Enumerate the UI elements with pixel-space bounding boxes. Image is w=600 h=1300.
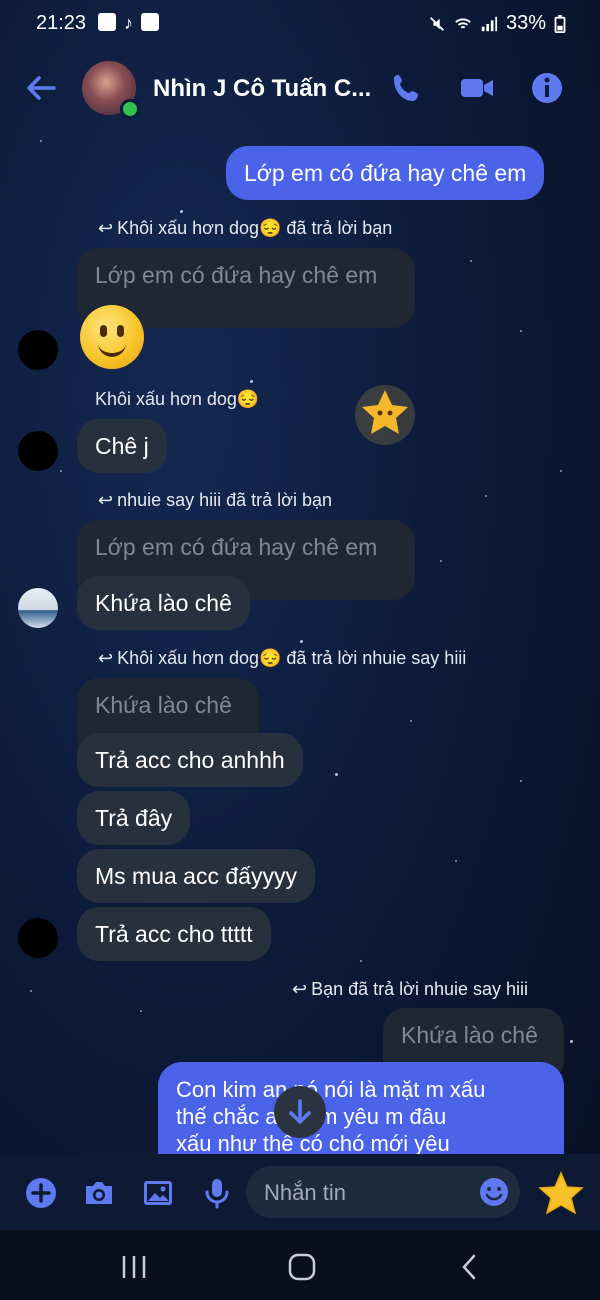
notification-icons: ♪	[98, 13, 159, 34]
back-arrow-icon[interactable]	[24, 71, 58, 105]
back-nav-icon[interactable]	[455, 1252, 485, 1282]
youtube-notification-icon	[141, 13, 159, 31]
outgoing-message[interactable]: Lớp em có đứa hay chê em	[226, 146, 545, 200]
reply-note: ↩ Khôi xấu hơn dog😔 đã trả lời nhuie say …	[98, 648, 466, 669]
message-line: xấu như thế có chó mới yêu	[176, 1131, 450, 1154]
reply-note: ↩ nhuie say hiii đã trả lời bạn	[98, 490, 332, 511]
arrow-down-icon	[289, 1099, 311, 1124]
message-input-placeholder: Nhắn tin	[264, 1180, 346, 1205]
chat-header: Nhìn J Cô Tuấn C...	[0, 55, 600, 123]
sender-avatar[interactable]	[18, 918, 58, 958]
wifi-icon	[455, 18, 471, 28]
status-bar: 21:23 ♪ 33%	[0, 0, 600, 48]
tiktok-notification-icon: ♪	[124, 13, 133, 33]
composer-bar: Nhắn tin	[0, 1154, 600, 1230]
reply-note: ↩ Bạn đã trả lời nhuie say hiii	[292, 979, 528, 1000]
image-gallery-icon[interactable]	[141, 1176, 175, 1210]
signal-icon	[481, 16, 498, 31]
reply-arrow-icon: ↩	[98, 218, 114, 238]
plus-circle-icon[interactable]	[24, 1176, 58, 1210]
star-quick-reaction-icon[interactable]	[537, 1170, 585, 1218]
reply-note-text: nhuie say hiii đã trả lời bạn	[117, 490, 333, 510]
reply-note: ↩ Khôi xấu hơn dog😔 đã trả lời bạn	[98, 218, 392, 239]
online-status-dot	[120, 99, 140, 119]
status-time: 21:23	[36, 12, 87, 34]
recent-apps-icon[interactable]	[119, 1252, 149, 1282]
incoming-message[interactable]: Trả acc cho anhhh	[77, 733, 303, 787]
phone-call-icon[interactable]	[390, 71, 424, 105]
chat-screen: 21:23 ♪ 33% Nhìn J Cô Tuấn C... Lớp em c…	[0, 0, 600, 1300]
message-line: Con kim an nó nói là mặt m xấu	[176, 1077, 486, 1102]
sender-name: Khôi xấu hơn dog😔	[95, 389, 260, 409]
incoming-message[interactable]: Chê j	[77, 419, 167, 473]
reply-arrow-icon: ↩	[98, 648, 114, 668]
reply-note-text: Khôi xấu hơn dog😔 đã trả lời nhuie say h…	[117, 648, 467, 668]
sender-avatar[interactable]	[18, 588, 58, 628]
smiling-face-emoji-icon[interactable]	[80, 305, 144, 369]
outgoing-message[interactable]: Con kim an nó nói là mặt m xấu thế chắc …	[158, 1062, 564, 1154]
sender-avatar[interactable]	[18, 330, 58, 370]
video-call-icon[interactable]	[460, 71, 494, 105]
mute-icon	[430, 16, 444, 31]
incoming-message[interactable]: Trả đây	[77, 791, 191, 845]
info-icon[interactable]	[530, 71, 564, 105]
incoming-message[interactable]: Khứa lào chê	[77, 576, 250, 630]
microphone-icon[interactable]	[200, 1176, 234, 1210]
battery-icon	[554, 14, 566, 33]
sender-avatar[interactable]	[18, 431, 58, 471]
incoming-message[interactable]: Ms mua acc đấyyyy	[77, 849, 315, 903]
incoming-message[interactable]: Trả acc cho ttttt	[77, 907, 271, 961]
gallery-notification-icon	[98, 13, 116, 31]
reply-arrow-icon: ↩	[292, 979, 308, 999]
reply-note-text: Khôi xấu hơn dog😔 đã trả lời bạn	[117, 218, 393, 238]
reply-note-text: Bạn đã trả lời nhuie say hiii	[311, 979, 529, 999]
reply-arrow-icon: ↩	[98, 490, 114, 510]
home-icon[interactable]	[287, 1252, 317, 1282]
message-input[interactable]: Nhắn tin	[246, 1166, 520, 1218]
emoji-icon[interactable]	[478, 1176, 510, 1208]
contact-name[interactable]: Nhìn J Cô Tuấn C...	[153, 75, 371, 103]
glowing-star-sticker-icon[interactable]	[350, 380, 420, 450]
scroll-to-bottom-button[interactable]	[274, 1086, 326, 1138]
camera-icon[interactable]	[82, 1176, 116, 1210]
system-icons: 33%	[428, 12, 566, 35]
message-line: thế chắc ai thèm yêu m đâu	[176, 1104, 447, 1129]
system-navigation-bar	[0, 1230, 600, 1300]
battery-percent: 33%	[505, 12, 546, 34]
